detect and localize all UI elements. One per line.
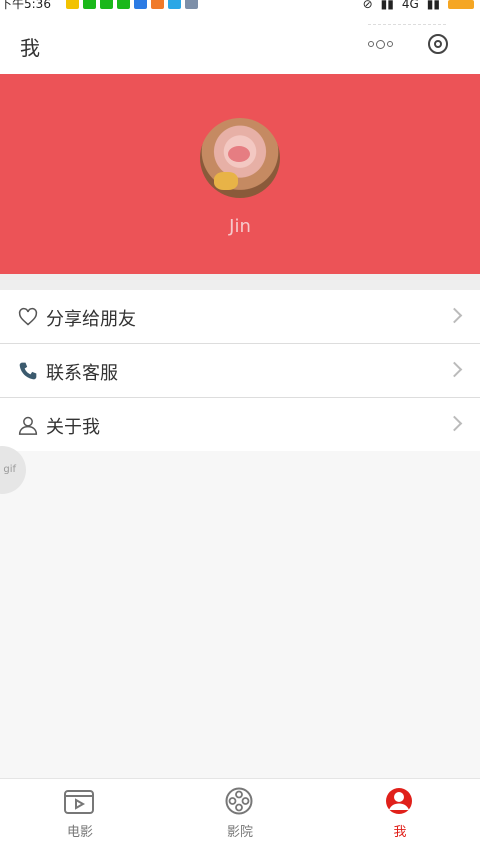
status-right: ⊘ ▮▮ 4G ▮▮	[363, 0, 474, 10]
notification-app-icon	[168, 0, 181, 9]
menu-item-label: 关于我	[46, 417, 100, 438]
avatar-pig-snout	[228, 146, 250, 162]
signal-icon: ▮▮	[380, 0, 394, 11]
top-navigation-bar: 我	[0, 12, 480, 74]
bottom-tab-bar: 电影 影院 我	[0, 778, 480, 845]
menu-item-share[interactable]: 分享给朋友	[0, 290, 480, 344]
phone-icon	[19, 362, 37, 380]
more-dot-icon	[387, 41, 393, 47]
status-bar: 下午5:36 ⊘ ▮▮ 4G ▮▮	[0, 0, 480, 12]
tab-label: 电影	[66, 825, 93, 840]
signal-icon: ▮▮	[426, 0, 440, 11]
tab-label: 影院	[226, 825, 253, 840]
more-dot-icon	[368, 41, 374, 47]
movie-icon	[64, 790, 94, 814]
notification-app-icon	[185, 0, 198, 9]
more-menu-button[interactable]	[368, 34, 394, 54]
profile-icon	[386, 788, 412, 814]
wechat-icon	[117, 0, 130, 9]
more-dot-icon	[376, 39, 385, 49]
avatar[interactable]	[200, 118, 280, 198]
empty-content-area	[0, 451, 480, 779]
heart-icon	[18, 307, 38, 326]
notification-app-icon	[66, 0, 79, 9]
profile-banner: Jin	[0, 74, 480, 274]
chevron-right-icon	[446, 415, 463, 432]
close-miniprogram-icon[interactable]	[428, 34, 448, 54]
page-title: 我	[20, 36, 40, 60]
capsule-divider	[368, 24, 446, 25]
username: Jin	[229, 216, 251, 237]
tab-me[interactable]: 我	[320, 779, 480, 845]
battery-icon	[448, 0, 474, 9]
wechat-icon	[100, 0, 113, 9]
alarm-icon: ⊘	[362, 0, 373, 11]
status-time: 下午5:36	[0, 0, 51, 11]
chevron-right-icon	[446, 307, 463, 324]
tab-label: 我	[393, 825, 407, 840]
tab-cinemas[interactable]: 影院	[160, 779, 320, 845]
notification-icons	[66, 0, 198, 9]
avatar-detail	[214, 172, 238, 190]
menu-item-about[interactable]: 关于我	[0, 398, 480, 452]
chevron-right-icon	[446, 361, 463, 378]
menu-item-contact-support[interactable]: 联系客服	[0, 344, 480, 398]
section-divider	[0, 274, 480, 290]
profile-menu: 分享给朋友 联系客服 关于我	[0, 290, 480, 452]
notification-app-icon	[151, 0, 164, 9]
person-icon	[18, 416, 38, 435]
menu-item-label: 分享给朋友	[46, 309, 136, 330]
film-reel-icon	[225, 787, 253, 815]
tab-movies[interactable]: 电影	[0, 779, 160, 845]
menu-item-label: 联系客服	[46, 363, 118, 384]
network-type: 4G	[401, 0, 419, 11]
wechat-icon	[83, 0, 96, 9]
notification-app-icon	[134, 0, 147, 9]
